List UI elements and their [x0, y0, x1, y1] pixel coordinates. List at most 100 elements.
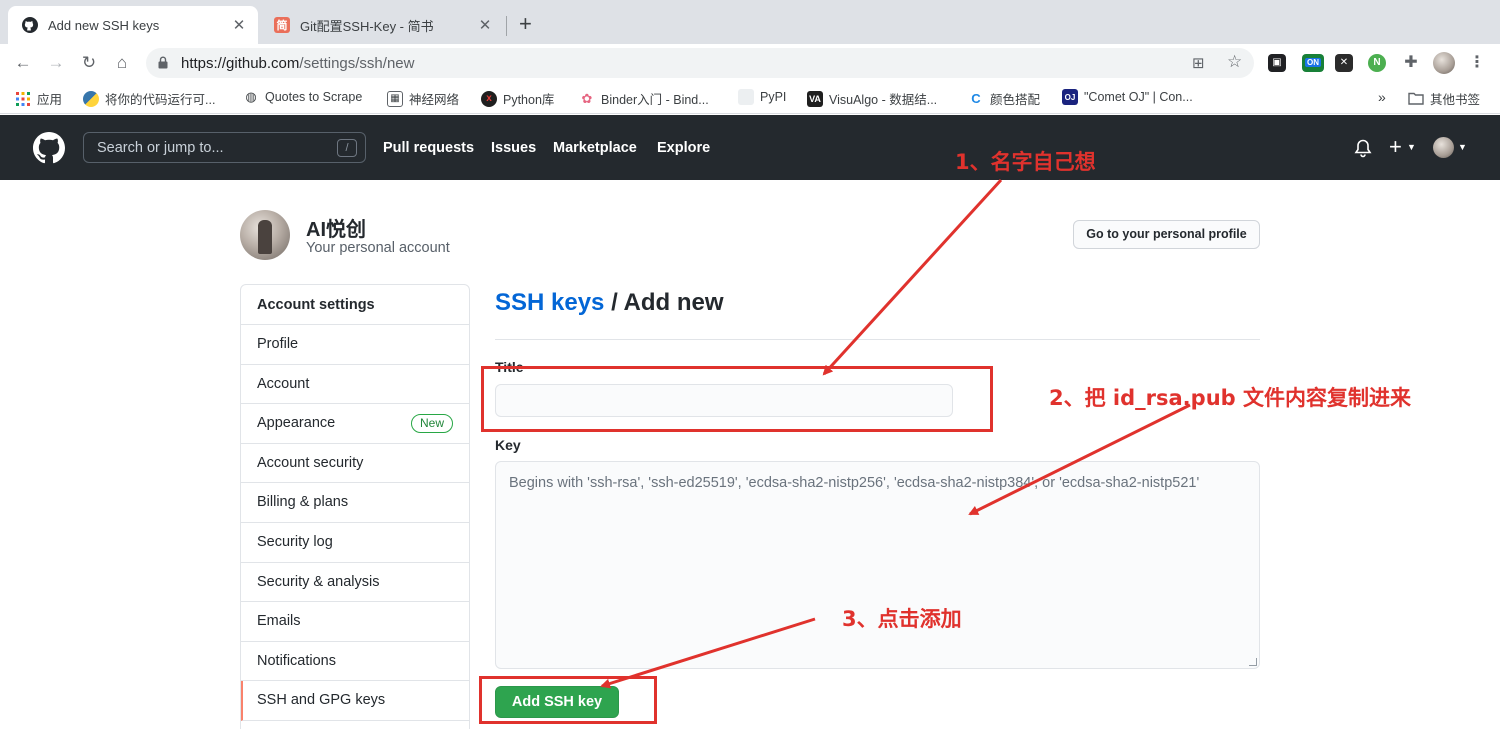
github-favicon-icon	[22, 17, 38, 33]
annotation-step2: 2、把 id_rsa.pub 文件内容复制进来	[1049, 386, 1411, 410]
account-avatar[interactable]	[240, 210, 290, 260]
bookmark-item[interactable]: ▦ 神经网络	[387, 89, 459, 108]
bookmark-item[interactable]: 将你的代码运行可...	[83, 89, 215, 108]
bookmark-item[interactable]: x Python库	[481, 89, 554, 108]
folder-icon	[1408, 91, 1424, 107]
nav-pull-requests[interactable]: Pull requests	[383, 140, 474, 156]
sidebar-item-security-analysis[interactable]: Security & analysis	[241, 563, 469, 603]
tab-jianshu[interactable]: 简 Git配置SSH-Key - 简书 ✕	[260, 6, 504, 44]
bookmark-label: 神经网络	[409, 93, 460, 107]
bookmark-item[interactable]: ✿ Binder入门 - Bind...	[579, 89, 709, 108]
extension-n-icon[interactable]: N	[1368, 54, 1386, 72]
url-host: https://github.com	[181, 55, 300, 72]
sidebar-item-account[interactable]: Account	[241, 365, 469, 405]
apps-grid-icon	[15, 91, 31, 107]
tab-add-ssh-keys[interactable]: Add new SSH keys ✕	[8, 6, 258, 44]
breadcrumb-ssh-keys-link[interactable]: SSH keys	[495, 289, 604, 316]
sidebar-item-profile[interactable]: Profile	[241, 325, 469, 365]
sidebar-item-appearance[interactable]: Appearance New	[241, 404, 469, 444]
bookmark-star-icon[interactable]: ☆	[1227, 52, 1242, 72]
sidebar-item-security-log[interactable]: Security log	[241, 523, 469, 563]
key-placeholder: Begins with 'ssh-rsa', 'ssh-ed25519', 'e…	[509, 475, 1200, 491]
github-logo-icon[interactable]	[33, 132, 65, 164]
tab-label: Git配置SSH-Key - 简书	[300, 18, 434, 34]
nav-explore[interactable]: Explore	[657, 140, 710, 156]
reload-icon[interactable]: ↻	[78, 52, 100, 74]
bookmark-item[interactable]: C 颜色搭配	[968, 89, 1040, 108]
sidebar-item-billing[interactable]: Billing & plans	[241, 483, 469, 523]
extension-badge: ON	[1305, 58, 1321, 67]
bookmark-label: Binder入门 - Bind...	[601, 93, 709, 107]
translate-icon[interactable]: ⊞	[1192, 54, 1205, 72]
url-path: /settings/ssh/new	[299, 55, 415, 72]
sidebar-item-ssh-gpg-keys[interactable]: SSH and GPG keys	[241, 681, 469, 721]
bookmark-label: Python库	[503, 93, 555, 107]
address-bar[interactable]: https://github.com/settings/ssh/new ⊞ ☆	[146, 48, 1254, 78]
nav-marketplace[interactable]: Marketplace	[553, 140, 637, 156]
bookmark-label: "Comet OJ" | Con...	[1084, 90, 1193, 104]
other-bookmarks[interactable]: 其他书签	[1408, 89, 1480, 108]
visualgo-icon: VA	[807, 90, 823, 107]
extension-x-icon[interactable]: ✕	[1335, 54, 1353, 72]
bookmark-label: 应用	[37, 93, 63, 107]
create-new-plus-icon[interactable]: +	[1389, 134, 1402, 160]
settings-sidebar: Account settings Profile Account Appeara…	[240, 284, 470, 729]
bookmark-label: VisuAlgo - 数据结...	[829, 93, 938, 107]
home-icon[interactable]: ⌂	[111, 52, 133, 74]
bookmark-label: 颜色搭配	[990, 93, 1041, 107]
tab-close-icon[interactable]: ✕	[230, 16, 248, 34]
tab-close-icon[interactable]: ✕	[476, 16, 494, 34]
globe-icon: ◍	[245, 89, 257, 104]
breadcrumb-current: / Add new	[604, 289, 724, 316]
bookmarks-overflow-icon[interactable]: »	[1378, 89, 1386, 105]
account-subtitle: Your personal account	[306, 240, 450, 256]
key-label: Key	[495, 437, 521, 453]
binder-icon: ✿	[581, 90, 593, 106]
extension-tampermonkey-icon[interactable]: ▣	[1268, 54, 1286, 72]
bookmark-item[interactable]: OJ "Comet OJ" | Con...	[1062, 89, 1193, 105]
new-badge: New	[410, 414, 453, 434]
bookmark-item[interactable]: VA VisuAlgo - 数据结...	[807, 89, 937, 108]
browser-menu-icon[interactable]: ⋮	[1468, 54, 1486, 72]
sidebar-item-notifications[interactable]: Notifications	[241, 642, 469, 682]
nav-issues[interactable]: Issues	[491, 140, 536, 156]
tab-label: Add new SSH keys	[48, 17, 160, 33]
resize-handle-icon[interactable]	[1249, 658, 1257, 666]
bookmark-item[interactable]: PyPI	[738, 89, 786, 105]
browser-tab-strip: Add new SSH keys ✕ 简 Git配置SSH-Key - 简书 ✕…	[0, 0, 1500, 44]
user-avatar[interactable]	[1433, 137, 1454, 158]
url-text: https://github.com/settings/ssh/new	[181, 55, 414, 72]
new-tab-icon[interactable]: +	[519, 13, 532, 35]
bookmark-label: Quotes to Scrape	[265, 90, 363, 104]
sidebar-item-emails[interactable]: Emails	[241, 602, 469, 642]
bookmark-apps[interactable]: 应用	[15, 89, 62, 108]
bookmarks-bar: 应用 将你的代码运行可... ◍ Quotes to Scrape ▦ 神经网络…	[0, 82, 1500, 114]
arrow-step1	[822, 178, 1003, 376]
back-arrow-icon[interactable]: ←	[12, 52, 34, 74]
github-search-input[interactable]: Search or jump to... /	[83, 132, 366, 163]
extensions-puzzle-icon[interactable]: ✚	[1402, 54, 1420, 72]
sidebar-heading: Account settings	[241, 285, 469, 325]
go-to-profile-button[interactable]: Go to your personal profile	[1073, 220, 1260, 249]
python-lib-icon: x	[481, 90, 497, 107]
network-icon: ▦	[387, 90, 403, 107]
page-title: SSH keys / Add new	[495, 289, 724, 317]
pypi-icon	[738, 89, 754, 105]
bookmark-label: 将你的代码运行可...	[105, 93, 216, 107]
github-header: Search or jump to... / Pull requests Iss…	[0, 115, 1500, 180]
sidebar-item-label: Appearance	[257, 415, 336, 432]
annotation-step3: 3、点击添加	[842, 607, 962, 631]
lock-icon	[158, 56, 168, 69]
chevron-down-icon[interactable]: ▼	[1458, 142, 1467, 152]
profile-avatar[interactable]	[1433, 52, 1455, 74]
sidebar-item-account-security[interactable]: Account security	[241, 444, 469, 484]
forward-arrow-icon[interactable]: →	[45, 52, 67, 74]
chevron-down-icon[interactable]: ▼	[1407, 142, 1416, 152]
annotation-step1: 1、名字自己想	[955, 150, 1096, 174]
annotation-box-title	[481, 366, 993, 432]
search-shortcut-key: /	[337, 139, 357, 157]
extension-on-icon[interactable]: ON	[1302, 54, 1324, 72]
bookmark-item[interactable]: ◍ Quotes to Scrape	[243, 89, 362, 105]
notification-bell-icon[interactable]	[1354, 139, 1372, 158]
key-textarea[interactable]: Begins with 'ssh-rsa', 'ssh-ed25519', 'e…	[495, 461, 1260, 669]
